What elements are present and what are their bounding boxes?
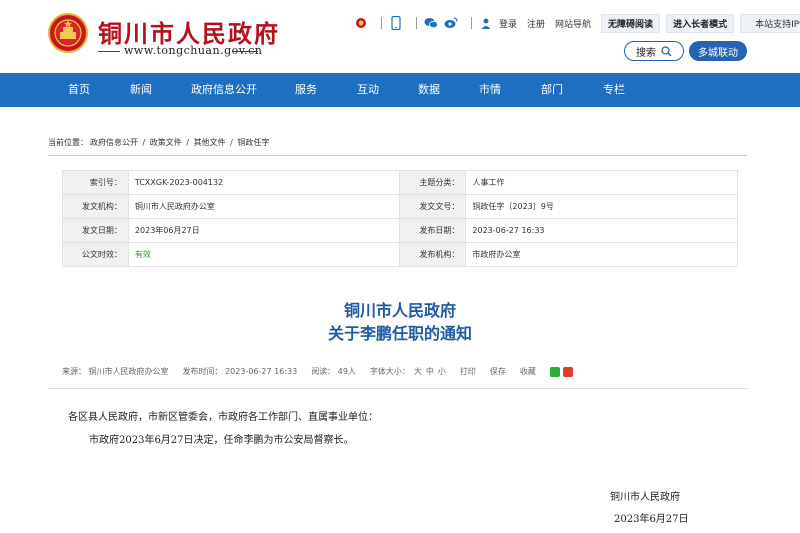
nav-item-home[interactable]: 首页 [57,73,101,107]
multi-city-button[interactable]: 多城联动 [689,41,747,61]
document-content: 市政府2023年6月27日决定，任命李鹏为市公安局督察长。 [89,435,354,446]
top-toolbar: 登录 注册 网站导航 无障碍阅读 进入长者模式 本站支持IPv6 [354,13,800,33]
breadcrumb-separator: / [227,138,236,147]
publisher-value: 市政府办公室 [465,242,738,267]
doc-no-value: 铜政任字〔2023〕9号 [465,194,738,219]
wechat-icon[interactable] [424,16,438,30]
nav-item-interaction[interactable]: 互动 [346,73,390,107]
nav-item-departments[interactable]: 部门 [530,73,574,107]
url-divider [232,51,258,52]
breadcrumb-link[interactable]: 铜政任字 [237,138,269,147]
table-row: 发文日期： 2023年06月27日 发布日期： 2023-06-27 16:33 [62,218,738,243]
breadcrumb-separator: / [140,138,148,147]
nav-item-data[interactable]: 数据 [407,73,451,107]
nav-item-columns[interactable]: 专栏 [592,73,636,107]
topic-value: 人事工作 [465,170,738,195]
site-header: 铜川市人民政府 www.tongchuan.gov.cn 登录 注册 网站导航 … [0,0,800,73]
search-button[interactable]: 搜索 [624,41,684,61]
issue-date-label: 发文日期： [62,218,129,243]
nav-item-service[interactable]: 服务 [284,73,328,107]
save-button[interactable]: 保存 [490,366,506,377]
wechat-share-icon[interactable] [549,366,560,377]
elder-mode-button[interactable]: 进入长者模式 [666,13,735,33]
breadcrumb-link[interactable]: 其他文件 [194,138,226,147]
accessible-reading-button[interactable]: 无障碍阅读 [601,13,661,33]
document-title-line2: 关于李鹏任职的通知 [327,324,472,343]
publish-time-text: 发布时间： 2023-06-27 16:33 [182,367,298,376]
user-icon [479,16,493,30]
meta-divider [48,388,747,389]
share-group [549,366,587,377]
issuer-label: 发文机构： [62,194,129,219]
topic-label: 主题分类： [399,170,467,195]
breadcrumb-link[interactable]: 政府信息公开 [90,138,138,147]
national-emblem-icon [48,13,88,53]
table-row: 索引号： TCXXGK-2023-004132 主题分类： 人事工作 [62,170,738,195]
weibo-share-icon[interactable] [562,366,573,377]
read-count-text: 阅读： 49人 [311,367,356,376]
search-icon [661,45,672,56]
nav-item-news[interactable]: 新闻 [119,73,163,107]
document-title-line1: 铜川市人民政府 [343,301,456,320]
table-row: 发文机构： 铜川市人民政府办公室 发文文号： 铜政任字〔2023〕9号 [62,194,738,219]
search-label: 搜索 [636,47,656,59]
issuer-value: 铜川市人民政府办公室 [127,194,401,219]
breadcrumb-link[interactable]: 政策文件 [150,138,182,147]
font-medium-button[interactable]: 中 [426,366,434,377]
issue-date-value: 2023年06月27日 [127,218,401,243]
source-text: 来源： 铜川市人民政府办公室 [62,367,169,376]
breadcrumb: 当前位置： 政府信息公开 / 政策文件 / 其他文件 / 铜政任字 [48,137,271,148]
index-no-label: 索引号： [62,170,129,195]
nav-item-gov-info[interactable]: 政府信息公开 [184,73,264,107]
emblem-small-icon[interactable] [354,16,368,30]
breadcrumb-prefix: 当前位置： [48,138,88,147]
weibo-icon[interactable] [444,16,458,30]
font-small-button[interactable]: 小 [438,366,446,377]
publish-date-value: 2023-06-27 16:33 [465,218,738,243]
document-salutation: 各区县人民政府，市新区管委会，市政府各工作部门、直属事业单位： [68,412,378,423]
doc-no-label: 发文文号： [399,194,467,219]
toolbar-divider [416,17,417,29]
document-date: 2023年6月27日 [614,514,689,525]
validity-value: 有效 [127,242,401,267]
sitemap-link[interactable]: 网站导航 [555,17,591,30]
login-link[interactable]: 登录 [499,17,517,30]
toolbar-divider [381,17,382,29]
table-row: 公文时效： 有效 发布机构： 市政府办公室 [62,242,738,267]
mobile-icon[interactable] [389,16,403,30]
register-link[interactable]: 注册 [527,17,545,30]
publish-date-label: 发布日期： [399,218,467,243]
main-nav: 首页 新闻 政府信息公开 服务 互动 数据 市情 部门 专栏 [0,73,800,107]
font-size-label: 字体大小： [369,367,410,376]
url-divider [98,51,120,52]
toolbar-divider [471,17,472,29]
document-info-table: 索引号： TCXXGK-2023-004132 主题分类： 人事工作 发文机构：… [62,170,738,267]
index-no-value: TCXXGK-2023-004132 [127,170,401,195]
publisher-label: 发布机构： [399,242,467,267]
validity-label: 公文时效： [62,242,129,267]
document-meta-bar: 来源： 铜川市人民政府办公室 发布时间： 2023-06-27 16:33 阅读… [62,366,742,377]
breadcrumb-divider [48,155,747,156]
document-signature: 铜川市人民政府 [610,492,680,503]
print-button[interactable]: 打印 [460,366,476,377]
breadcrumb-separator: / [183,138,192,147]
font-large-button[interactable]: 大 [414,366,422,377]
ipv6-badge: 本站支持IPv6 [740,13,800,33]
nav-item-city-info[interactable]: 市情 [468,73,512,107]
favorite-button[interactable]: 收藏 [520,366,536,377]
